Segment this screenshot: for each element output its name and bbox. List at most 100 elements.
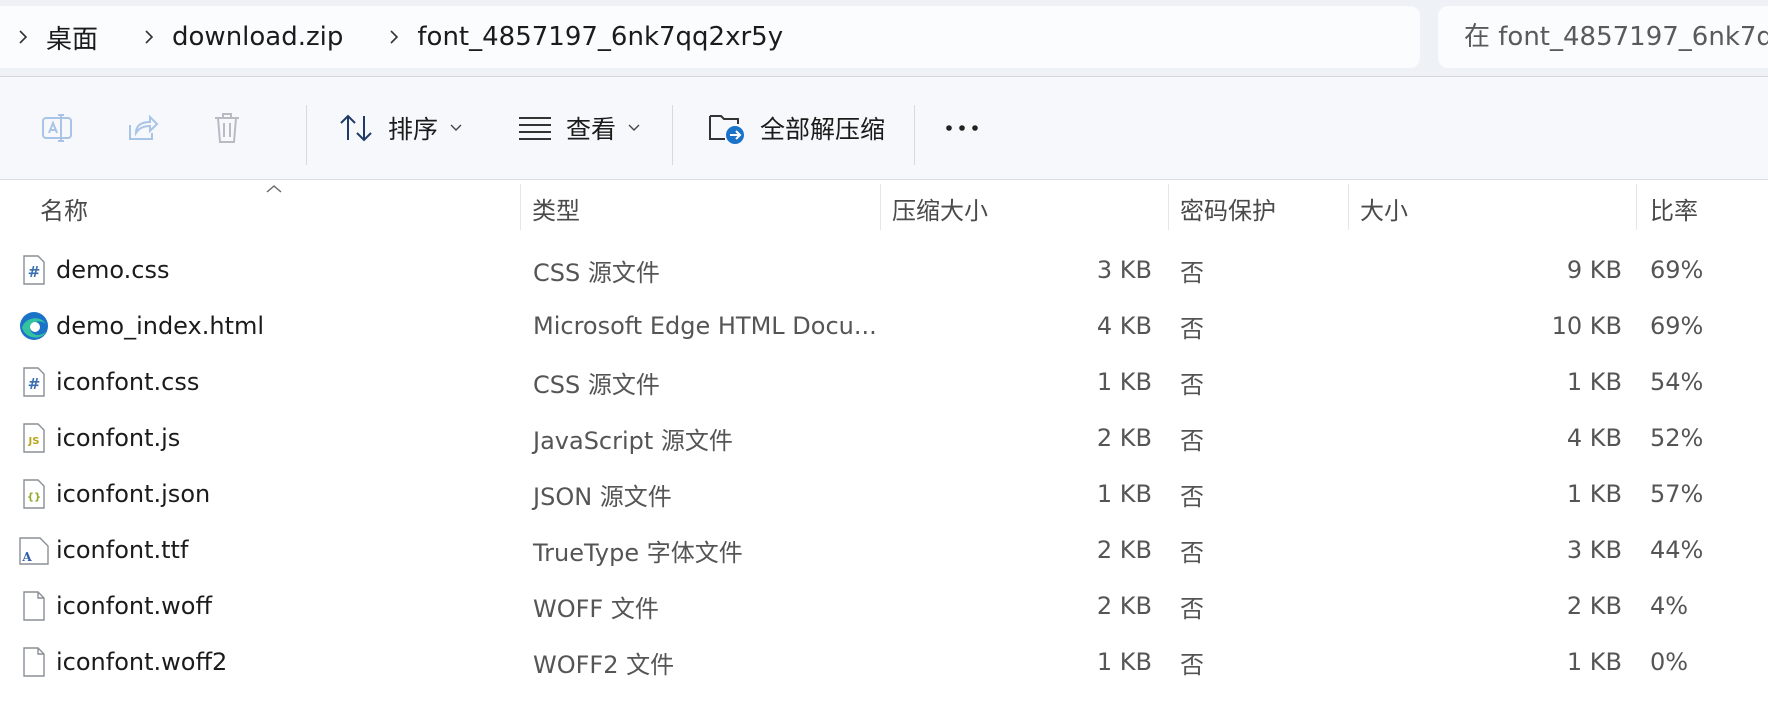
column-divider[interactable] (1348, 184, 1349, 230)
share-button[interactable] (126, 77, 160, 179)
file-password: 否 (1180, 314, 1204, 343)
rename-button[interactable] (40, 77, 74, 179)
file-row[interactable]: # demo.css CSS 源文件 3 KB 否 9 KB 69% (0, 242, 1768, 298)
search-box[interactable] (1438, 6, 1768, 68)
css-file-icon: # (18, 366, 50, 398)
file-password: 否 (1180, 258, 1204, 287)
breadcrumb-desktop[interactable]: 桌面 (46, 19, 126, 56)
column-header-compressed[interactable]: 压缩大小 (892, 180, 1162, 236)
file-row[interactable]: # iconfont.css CSS 源文件 1 KB 否 1 KB 54% (0, 354, 1768, 410)
file-password: 否 (1180, 426, 1204, 455)
delete-button[interactable] (212, 77, 242, 179)
file-size: 10 KB (1551, 312, 1622, 340)
column-header-size[interactable]: 大小 (1360, 180, 1630, 236)
chevron-right-icon[interactable] (126, 30, 172, 44)
column-divider[interactable] (1636, 184, 1637, 230)
extract-all-label: 全部解压缩 (760, 115, 886, 144)
file-row[interactable]: iconfont.woff WOFF 文件 2 KB 否 2 KB 4% (0, 578, 1768, 634)
blank-file-icon (18, 646, 50, 678)
chevron-down-icon (450, 124, 462, 132)
column-divider[interactable] (520, 184, 521, 230)
svg-text:#: # (28, 375, 41, 393)
svg-text:#: # (28, 263, 41, 281)
file-name: iconfont.woff (56, 592, 212, 620)
file-row[interactable]: iconfont.woff2 WOFF2 文件 1 KB 否 1 KB 0% (0, 634, 1768, 690)
file-compressed-size: 2 KB (1096, 424, 1152, 452)
file-row[interactable]: A iconfont.ttf TrueType 字体文件 2 KB 否 3 KB… (0, 522, 1768, 578)
column-headers: 名称 类型 压缩大小 密码保护 大小 比率 (0, 180, 1768, 236)
file-row[interactable]: demo_index.html Microsoft Edge HTML Docu… (0, 298, 1768, 354)
chevron-right-icon[interactable] (371, 30, 417, 44)
blank-file-icon (18, 590, 50, 622)
column-header-password[interactable]: 密码保护 (1180, 180, 1350, 236)
share-icon (126, 111, 160, 145)
chevron-down-icon (628, 124, 640, 132)
column-header-name[interactable]: 名称 (40, 180, 510, 236)
file-password: 否 (1180, 538, 1204, 567)
file-type: CSS 源文件 (533, 370, 660, 399)
column-header-ratio[interactable]: 比率 (1650, 180, 1760, 236)
column-divider[interactable] (1168, 184, 1169, 230)
file-type: JavaScript 源文件 (533, 426, 733, 455)
file-name: demo_index.html (56, 312, 265, 340)
file-type: JSON 源文件 (533, 482, 672, 511)
address-bar[interactable]: 桌面 download.zip font_4857197_6nk7qq2xr5y (0, 6, 1420, 68)
file-compressed-size: 2 KB (1096, 592, 1152, 620)
svg-text:{}: {} (27, 492, 41, 503)
column-header-size-label: 大小 (1360, 196, 1408, 225)
extract-folder-icon (708, 110, 746, 146)
breadcrumb-folder[interactable]: font_4857197_6nk7qq2xr5y (417, 22, 811, 52)
file-compressed-size: 3 KB (1096, 256, 1152, 284)
file-ratio: 4% (1650, 592, 1689, 620)
view-list-icon (518, 115, 552, 141)
chevron-right-icon[interactable] (0, 30, 46, 44)
file-row[interactable]: {} iconfont.json JSON 源文件 1 KB 否 1 KB 57… (0, 466, 1768, 522)
sort-label: 排序 (388, 115, 439, 144)
file-ratio: 54% (1650, 368, 1704, 396)
font-file-icon: A (18, 534, 50, 566)
search-input[interactable] (1438, 21, 1768, 53)
svg-text:JS: JS (28, 436, 40, 447)
file-password: 否 (1180, 482, 1204, 511)
file-name: iconfont.ttf (56, 536, 189, 564)
file-name: iconfont.js (56, 424, 181, 452)
file-password: 否 (1180, 594, 1204, 623)
file-compressed-size: 4 KB (1096, 312, 1152, 340)
file-ratio: 69% (1650, 312, 1704, 340)
extract-all-button[interactable]: 全部解压缩 (708, 77, 885, 179)
file-name: iconfont.css (56, 368, 200, 396)
file-size: 3 KB (1566, 536, 1622, 564)
address-bar-area: 桌面 download.zip font_4857197_6nk7qq2xr5y (0, 0, 1768, 77)
command-bar: 排序 查看 全部解压缩 (0, 77, 1768, 180)
column-header-password-label: 密码保护 (1180, 196, 1276, 225)
css-file-icon: # (18, 254, 50, 286)
file-ratio: 0% (1650, 648, 1689, 676)
file-ratio: 69% (1650, 256, 1704, 284)
svg-text:A: A (21, 550, 32, 564)
column-divider[interactable] (880, 184, 881, 230)
file-ratio: 57% (1650, 480, 1704, 508)
file-size: 4 KB (1566, 424, 1622, 452)
file-ratio: 44% (1650, 536, 1704, 564)
file-size: 1 KB (1566, 648, 1622, 676)
file-size: 1 KB (1566, 480, 1622, 508)
file-compressed-size: 1 KB (1096, 368, 1152, 396)
column-header-compressed-label: 压缩大小 (892, 196, 988, 225)
file-password: 否 (1180, 650, 1204, 679)
json-file-icon: {} (18, 478, 50, 510)
file-row[interactable]: JS iconfont.js JavaScript 源文件 2 KB 否 4 K… (0, 410, 1768, 466)
breadcrumb-zip[interactable]: download.zip (172, 22, 371, 52)
file-name: iconfont.woff2 (56, 648, 228, 676)
js-file-icon: JS (18, 422, 50, 454)
file-password: 否 (1180, 370, 1204, 399)
file-ratio: 52% (1650, 424, 1704, 452)
file-compressed-size: 1 KB (1096, 648, 1152, 676)
file-type: CSS 源文件 (533, 258, 660, 287)
column-header-type-label: 类型 (532, 196, 580, 225)
file-type: TrueType 字体文件 (533, 538, 743, 567)
column-header-type[interactable]: 类型 (532, 180, 872, 236)
view-button[interactable]: 查看 (518, 77, 640, 179)
sort-button[interactable]: 排序 (338, 77, 462, 179)
file-size: 9 KB (1566, 256, 1622, 284)
more-options-button[interactable] (944, 77, 980, 179)
